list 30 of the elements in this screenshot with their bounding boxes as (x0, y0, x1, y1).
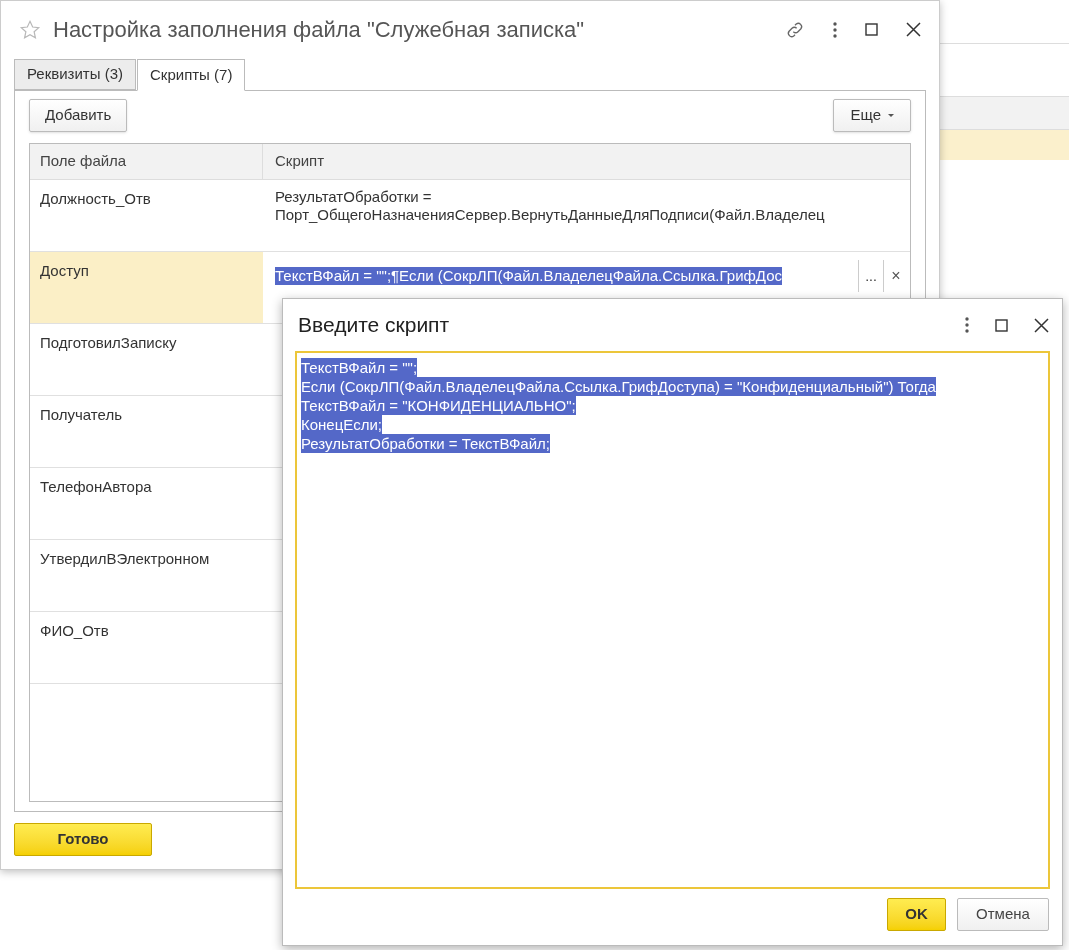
tab[interactable]: Скрипты (7) (137, 59, 246, 91)
field-cell[interactable]: УтвердилВЭлектронном (30, 540, 263, 611)
column-header[interactable]: Поле файла (30, 144, 263, 179)
field-cell[interactable]: Должность_Отв (30, 180, 263, 251)
close-icon[interactable] (906, 22, 921, 37)
more-icon[interactable] (833, 21, 837, 38)
close-icon[interactable] (1034, 317, 1049, 333)
window-title: Настройка заполнения файла "Служебная записка" (53, 16, 586, 44)
script-textarea[interactable]: ТекстВФайл = ""; Если (СокрЛП(Файл.ВладелецФайла.Ссылка.ГрифДоступа) = "Конфиденциальный") Тогда ТекстВФайл = "КОНФИДЕНЦИАЛЬНО"; КонецЕсли; РезультатОбработки = ТекстВФайл; (295, 351, 1050, 889)
cancel-button[interactable]: Отмена (957, 898, 1049, 931)
more-icon[interactable] (965, 317, 969, 333)
ok-button[interactable]: OK (887, 898, 946, 931)
done-button[interactable]: Готово (14, 823, 152, 856)
maximize-icon[interactable] (995, 318, 1008, 332)
field-cell[interactable]: ПодготовилЗаписку (30, 324, 263, 395)
tab[interactable]: Реквизиты (3) (14, 59, 136, 90)
dialog-title: Введите скрипт (298, 312, 451, 339)
script-value: ТекстВФайл = "";¶Если (СокрЛП(Файл.ВладелецФайла.Ссылка.ГрифДос (275, 267, 783, 285)
more-button[interactable]: Еще (833, 99, 911, 132)
column-header[interactable]: Скрипт (263, 144, 910, 179)
field-cell[interactable]: ФИО_Отв (30, 612, 263, 683)
star-icon[interactable] (19, 18, 41, 41)
caret-icon (888, 114, 894, 117)
add-button[interactable]: Добавить (29, 99, 128, 132)
field-cell[interactable]: ТелефонАвтора (30, 468, 263, 539)
script-text: Порт_ОбщегоНазначенияСервер.ВернутьДанныеДляПодписи(Файл.Владелец (275, 206, 826, 224)
maximize-icon[interactable] (865, 23, 878, 36)
script-text: РезультатОбработки = (275, 188, 433, 206)
field-cell[interactable]: Доступ (30, 252, 263, 323)
field-cell[interactable]: Получатель (30, 396, 263, 467)
